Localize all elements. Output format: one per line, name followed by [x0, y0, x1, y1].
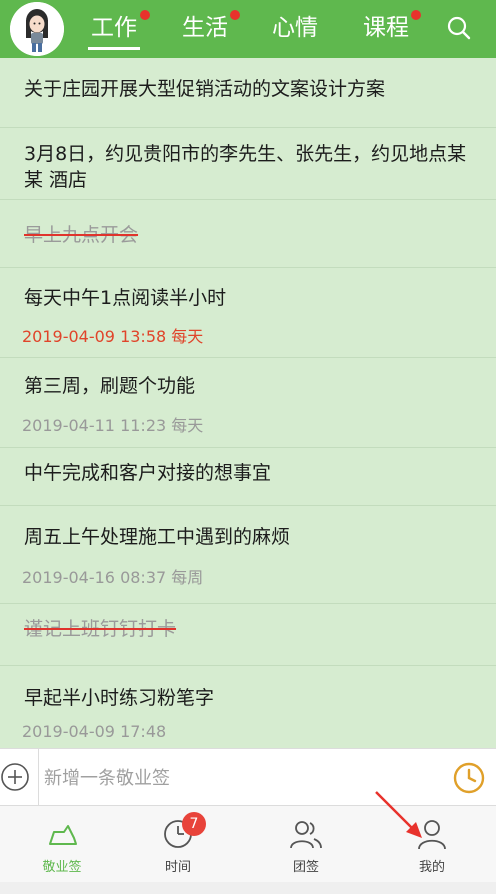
divider	[38, 749, 39, 807]
item-title: 早起半小时练习粉笔字	[24, 687, 215, 709]
item-title: 3月8日，约见贵阳市的李先生、张先生，约见地点某某 酒店	[24, 143, 467, 191]
item-reminder-time: 2019-04-09 13:58 每天	[22, 327, 204, 346]
item-reminder-time: 2019-04-16 08:37 每周	[22, 568, 204, 587]
avatar[interactable]	[10, 2, 64, 56]
bottom-navigation: 敬业签 7 时间 团签 我的	[0, 791, 496, 882]
nav-item-memos[interactable]: 敬业签	[0, 806, 124, 882]
top-header: 工作 生活 心情 课程	[0, 0, 496, 58]
tab-mood[interactable]: 心情	[270, 10, 320, 50]
nav-item-time[interactable]: 7 时间	[116, 806, 240, 882]
plus-circle-icon	[1, 763, 29, 791]
list-item[interactable]: 关于庄园开展大型促销活动的文案设计方案	[0, 58, 496, 128]
item-title: 关于庄园开展大型促销活动的文案设计方案	[24, 78, 386, 100]
reminder-time-button[interactable]	[452, 761, 486, 795]
notification-dot	[230, 10, 240, 20]
group-icon	[290, 821, 322, 849]
list-item[interactable]: 早起半小时练习粉笔字 2019-04-09 17:48	[0, 666, 496, 748]
nav-item-team[interactable]: 团签	[244, 806, 368, 882]
tab-life-label: 生活	[182, 15, 228, 41]
annotation-arrow-icon	[375, 791, 422, 838]
item-title: 每天中午1点阅读半小时	[24, 287, 227, 309]
search-button[interactable]	[446, 15, 472, 41]
item-title: 第三周，刷题个功能	[24, 375, 196, 397]
nav-label: 团签	[292, 860, 319, 875]
cloud-icon	[49, 825, 77, 845]
nav-label: 敬业签	[42, 860, 82, 875]
nav-label: 我的	[418, 860, 445, 875]
list-item[interactable]: 中午完成和客户对接的想事宜	[0, 448, 496, 506]
list-item[interactable]: 3月8日，约见贵阳市的李先生、张先生，约见地点某某 酒店	[0, 128, 496, 200]
add-button[interactable]	[0, 762, 30, 792]
tab-mood-label: 心情	[272, 15, 318, 41]
tab-course[interactable]: 课程	[361, 10, 421, 50]
notification-dot	[411, 10, 421, 20]
item-title: 周五上午处理施工中遇到的麻烦	[24, 526, 291, 548]
list-item[interactable]: 早上九点开会	[0, 200, 496, 268]
item-title: 中午完成和客户对接的想事宜	[24, 462, 272, 484]
clock-icon	[453, 762, 485, 794]
avatar-icon	[10, 2, 64, 56]
item-reminder-time: 2019-04-09 17:48	[22, 722, 167, 741]
list-item[interactable]: 周五上午处理施工中遇到的麻烦 2019-04-16 08:37 每周	[0, 506, 496, 604]
tab-work[interactable]: 工作	[88, 10, 150, 50]
list-item[interactable]: 每天中午1点阅读半小时 2019-04-09 13:58 每天	[0, 268, 496, 358]
item-title-completed: 早上九点开会	[24, 224, 139, 246]
notification-badge: 7	[182, 812, 206, 836]
memo-list: 关于庄园开展大型促销活动的文案设计方案 3月8日，约见贵阳市的李先生、张先生，约…	[0, 58, 496, 748]
search-icon	[447, 16, 471, 40]
notification-dot	[140, 10, 150, 20]
tab-life[interactable]: 生活	[180, 10, 240, 50]
tab-course-label: 课程	[363, 15, 409, 41]
tab-work-label: 工作	[91, 15, 137, 41]
nav-label: 时间	[164, 860, 191, 875]
system-bar	[0, 882, 496, 894]
item-reminder-time: 2019-04-11 11:23 每天	[22, 416, 204, 435]
list-item[interactable]: 谨记上班钉钉打卡	[0, 604, 496, 666]
list-item[interactable]: 第三周，刷题个功能 2019-04-11 11:23 每天	[0, 358, 496, 448]
item-title-completed: 谨记上班钉钉打卡	[24, 618, 177, 640]
